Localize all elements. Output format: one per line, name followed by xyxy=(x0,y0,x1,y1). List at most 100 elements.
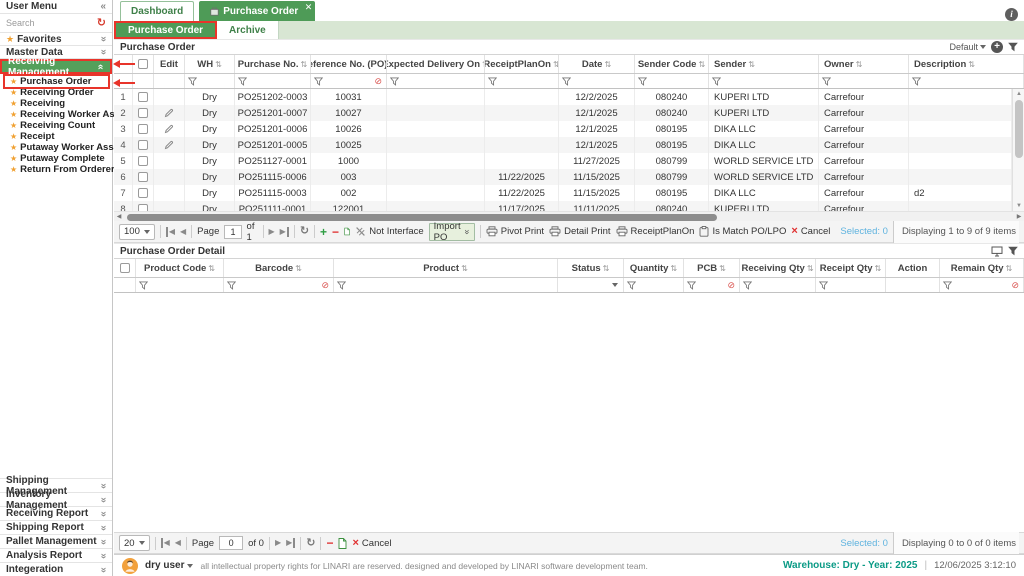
is-match-po-lpo-button[interactable]: Is Match PO/LPO xyxy=(699,226,786,237)
filter-cell-receipt-qty[interactable] xyxy=(816,278,886,292)
select-all-checkbox[interactable] xyxy=(120,263,130,273)
last-page-button[interactable]: ▶ xyxy=(286,538,295,548)
sync-icon[interactable]: ↻ xyxy=(97,18,106,28)
clear-filter-icon[interactable]: ⊘ xyxy=(321,280,329,291)
page-size-select[interactable]: 20 xyxy=(119,535,150,551)
vertical-scrollbar[interactable]: ▲ ▼ xyxy=(1012,89,1024,211)
cancel-button[interactable]: × Cancel xyxy=(791,226,830,237)
next-page-button[interactable]: ▶ xyxy=(275,538,281,548)
column-header-pcb[interactable]: PCB⇅ xyxy=(684,259,740,277)
column-header-date[interactable]: Date⇅ xyxy=(559,55,635,73)
sidebar-item-putaway-complete[interactable]: ★Putaway Complete xyxy=(10,153,112,164)
tab-dashboard[interactable]: Dashboard xyxy=(120,1,194,21)
filter-cell-purchase-no[interactable] xyxy=(235,74,311,88)
column-header-barcode[interactable]: Barcode⇅ xyxy=(224,259,334,277)
vertical-scroll-thumb[interactable] xyxy=(1015,100,1023,158)
clear-filter-icon[interactable]: ⊘ xyxy=(374,76,382,87)
prev-page-button[interactable]: ◀ xyxy=(175,538,181,548)
filter-funnel-icon[interactable] xyxy=(943,281,952,290)
first-page-button[interactable]: ◀ xyxy=(161,538,170,548)
column-header-wh[interactable]: WH⇅ xyxy=(185,55,235,73)
checkbox[interactable] xyxy=(138,204,148,211)
column-header-owner[interactable]: Owner⇅ xyxy=(819,55,909,73)
table-row[interactable]: 2DryPO251201-00071002712/1/2025080240KUP… xyxy=(114,105,1012,121)
column-header-sender-code[interactable]: Sender Code⇅ xyxy=(635,55,709,73)
page-size-select[interactable]: 100 xyxy=(119,224,155,240)
filter-funnel-icon[interactable] xyxy=(743,281,752,290)
checkbox[interactable] xyxy=(138,172,148,182)
refresh-icon[interactable]: ↻ xyxy=(306,538,315,549)
user-avatar[interactable] xyxy=(122,558,138,574)
edit-pencil-icon[interactable] xyxy=(164,140,174,150)
filter-cell-status[interactable] xyxy=(558,278,624,292)
scroll-left-icon[interactable]: ◀ xyxy=(114,212,124,222)
horizontal-scroll-thumb[interactable] xyxy=(127,214,717,221)
filter-cell-wh[interactable] xyxy=(185,74,235,88)
scroll-up-icon[interactable]: ▲ xyxy=(1013,89,1024,99)
add-view-icon[interactable]: + xyxy=(991,41,1003,53)
sidebar-item-receiving[interactable]: ★Receiving xyxy=(10,98,112,109)
checkbox[interactable] xyxy=(138,108,148,118)
column-header-purchase-no[interactable]: Purchase No.⇅ xyxy=(235,55,311,73)
filter-funnel-icon[interactable] xyxy=(188,77,197,86)
sidebar-section-analysis-report[interactable]: Analysis Report» xyxy=(0,548,112,562)
sidebar-item-receipt[interactable]: ★Receipt xyxy=(10,131,112,142)
table-row[interactable]: 4DryPO251201-00051002512/1/2025080195DIK… xyxy=(114,137,1012,153)
filter-cell-reference-no-po[interactable]: ⊘ xyxy=(311,74,387,88)
filter-cell-receiptplanon[interactable] xyxy=(485,74,559,88)
column-header-receiptplanon[interactable]: ReceiptPlanOn⇅ xyxy=(485,55,559,73)
filter-cell-barcode[interactable]: ⊘ xyxy=(224,278,334,292)
monitor-icon[interactable] xyxy=(991,246,1003,257)
filter-funnel-icon[interactable] xyxy=(1008,42,1018,52)
table-row[interactable]: 1DryPO251202-00031003112/2/2025080240KUP… xyxy=(114,89,1012,105)
filter-funnel-icon[interactable] xyxy=(819,281,828,290)
table-row[interactable]: 5DryPO251127-0001100011/27/2025080799WOR… xyxy=(114,153,1012,169)
search-input[interactable] xyxy=(6,18,86,28)
sidebar-section-shipping-report[interactable]: Shipping Report» xyxy=(0,520,112,534)
expand-icon[interactable]: » xyxy=(462,229,472,234)
filter-funnel-icon[interactable] xyxy=(238,77,247,86)
not-interface-button[interactable]: Not Interface xyxy=(355,226,423,237)
last-page-button[interactable]: ▶ xyxy=(280,227,289,237)
scroll-right-icon[interactable]: ▶ xyxy=(1014,212,1024,222)
filter-funnel-icon[interactable] xyxy=(390,77,399,86)
subtab-archive[interactable]: Archive xyxy=(217,21,279,39)
sidebar-section-inventory-management[interactable]: Inventory Management» xyxy=(0,492,112,506)
tab-purchase-order[interactable]: Purchase Order ✕ xyxy=(199,1,315,21)
checkbox[interactable] xyxy=(138,124,148,134)
cancel-button[interactable]: × Cancel xyxy=(352,538,391,549)
page-input[interactable]: 0 xyxy=(219,536,243,550)
table-row[interactable]: 6DryPO251115-000600311/22/202511/15/2025… xyxy=(114,169,1012,185)
table-row[interactable]: 8DryPO251111-000112200111/17/202511/11/2… xyxy=(114,201,1012,211)
remove-row-icon[interactable]: − xyxy=(332,226,339,238)
column-header-sender[interactable]: Sender⇅ xyxy=(709,55,819,73)
select-all-checkbox[interactable] xyxy=(138,59,148,69)
close-icon[interactable]: ✕ xyxy=(305,2,313,13)
column-header-quantity[interactable]: Quantity⇅ xyxy=(624,259,684,277)
sidebar-section-receiving-management[interactable]: Receiving Management » xyxy=(0,59,112,74)
column-header-remain-qty[interactable]: Remain Qty⇅ xyxy=(940,259,1024,277)
filter-cell-receiving-qty[interactable] xyxy=(740,278,816,292)
info-icon[interactable]: i xyxy=(1005,8,1018,21)
sidebar-item-receiving-order[interactable]: ★Receiving Order xyxy=(10,87,112,98)
column-header-product-code[interactable]: Product Code⇅ xyxy=(136,259,224,277)
column-header-receipt-qty[interactable]: Receipt Qty⇅ xyxy=(816,259,886,277)
sidebar-section-integeration[interactable]: Integeration» xyxy=(0,562,112,576)
checkbox[interactable] xyxy=(138,188,148,198)
column-header-status[interactable]: Status⇅ xyxy=(558,259,624,277)
chevron-down-icon[interactable] xyxy=(612,283,618,287)
checkbox[interactable] xyxy=(138,92,148,102)
filter-funnel-icon[interactable] xyxy=(822,77,831,86)
filter-funnel-icon[interactable] xyxy=(139,281,148,290)
receiptplanon-print-button[interactable]: ReceiptPlanOn xyxy=(616,226,695,237)
filter-funnel-icon[interactable] xyxy=(488,77,497,86)
filter-funnel-icon[interactable] xyxy=(687,281,696,290)
filter-funnel-icon[interactable] xyxy=(314,77,323,86)
import-po-button[interactable]: Import PO » xyxy=(429,223,475,241)
sidebar-item-purchase-order[interactable]: ★Purchase Order xyxy=(10,76,112,87)
table-row[interactable]: 7DryPO251115-000300211/22/202511/15/2025… xyxy=(114,185,1012,201)
scroll-down-icon[interactable]: ▼ xyxy=(1013,201,1024,211)
filter-cell-product[interactable] xyxy=(334,278,558,292)
checkbox[interactable] xyxy=(138,140,148,150)
filter-cell-sender[interactable] xyxy=(709,74,819,88)
